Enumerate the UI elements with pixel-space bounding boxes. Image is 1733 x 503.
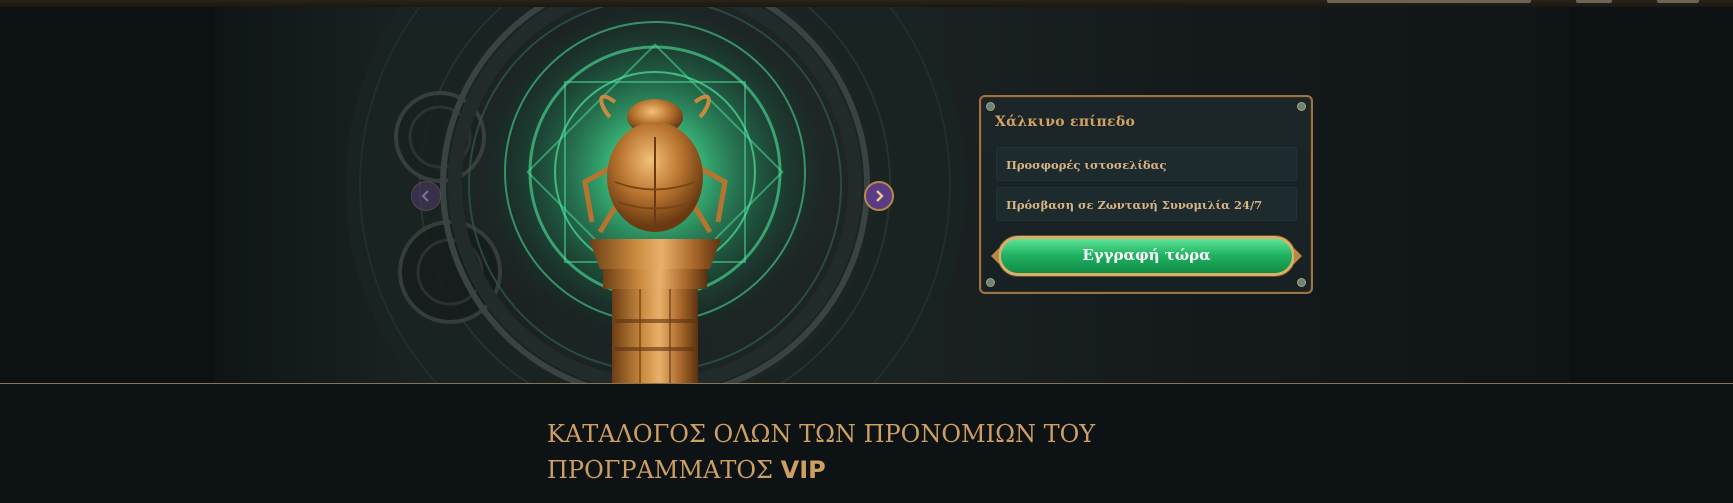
heading-line-2: ΠΡΟΓΡΑΜΜΑΤΟΣ xyxy=(547,456,781,484)
rivet-icon xyxy=(986,278,995,287)
heading-vip-word: VIP xyxy=(780,456,826,484)
rivet-icon xyxy=(1297,278,1306,287)
top-bar xyxy=(0,0,1733,7)
rivet-icon xyxy=(986,102,995,111)
top-bar-edge xyxy=(1657,0,1699,3)
heading-line-1: ΚΑΤΑΛΟΓΟΣ ΟΛΩΝ ΤΩΝ ΠΡΟΝΟΜΙΩΝ ΤΟΥ xyxy=(547,420,1096,448)
rivet-icon xyxy=(1297,102,1306,111)
top-bar-edge xyxy=(1576,0,1612,3)
carousel-prev-button[interactable] xyxy=(411,181,441,211)
top-bar-edge xyxy=(1327,0,1531,3)
section-divider xyxy=(0,383,1733,384)
vip-perks-heading: ΚΑΤΑΛΟΓΟΣ ΟΛΩΝ ΤΩΝ ΠΡΟΝΟΜΙΩΝ ΤΟΥ ΠΡΟΓΡΑΜ… xyxy=(547,416,1307,488)
vip-hero-banner: Χάλκινο επίπεδο Προσφορές ιστοσελίδας Πρ… xyxy=(0,7,1733,384)
perk-item: Προσφορές ιστοσελίδας xyxy=(996,147,1297,181)
register-now-button[interactable]: Εγγραφή τώρα xyxy=(991,236,1302,276)
chevron-right-icon xyxy=(876,190,884,202)
carousel-next-button[interactable] xyxy=(864,181,894,211)
perk-item: Πρόσβαση σε Ζωντανή Συνομιλία 24/7 xyxy=(996,187,1297,221)
register-now-label: Εγγραφή τώρα xyxy=(1082,246,1211,264)
vip-level-card: Χάλκινο επίπεδο Προσφορές ιστοσελίδας Πρ… xyxy=(979,95,1313,294)
chevron-left-icon xyxy=(421,190,429,202)
vip-level-title: Χάλκινο επίπεδο xyxy=(995,114,1136,130)
